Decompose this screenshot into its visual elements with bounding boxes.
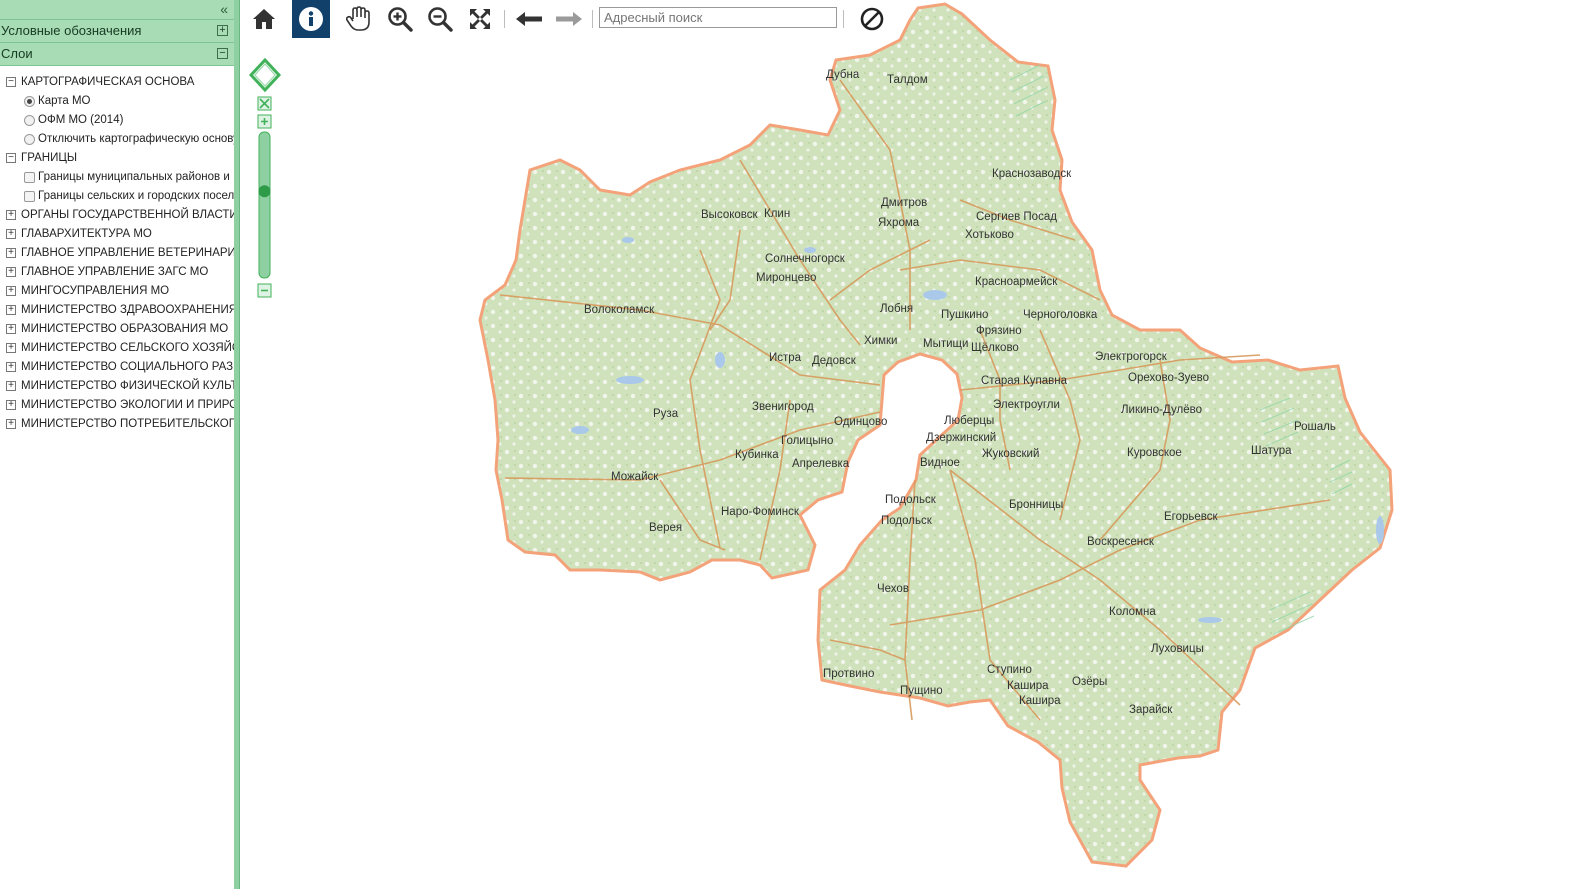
layer-group[interactable]: + МИНИСТЕРСТВО СОЦИАЛЬНОГО РАЗВИТИЯ <box>0 358 234 377</box>
arrow-right-icon <box>556 12 582 26</box>
layer-group[interactable]: + МИНИСТЕРСТВО ЭКОЛОГИИ И ПРИРОДОПОЛЬЗОВА… <box>0 396 234 415</box>
layer-group-label: МИНИСТЕРСТВО СОЦИАЛЬНОГО РАЗВИТИЯ <box>21 361 234 373</box>
pan-control[interactable] <box>248 57 282 93</box>
double-chevron-left-icon[interactable]: « <box>220 1 228 17</box>
layer-group-label: МИНИСТЕРСТВО ФИЗИЧЕСКОЙ КУЛЬТУРЫ <box>21 380 234 392</box>
layer-group-label: МИНИСТЕРСТВО ПОТРЕБИТЕЛЬСКОГО РЫНКА <box>21 418 234 430</box>
layer-group[interactable]: + ГЛАВНОЕ УПРАВЛЕНИЕ ЗАГС МО <box>0 263 234 282</box>
home-icon <box>253 9 275 29</box>
layer-group[interactable]: + МИНИСТЕРСТВО ПОТРЕБИТЕЛЬСКОГО РЫНКА <box>0 415 234 434</box>
expand-icon[interactable]: + <box>6 343 16 353</box>
expand-icon[interactable]: + <box>6 324 16 334</box>
expand-icon[interactable]: + <box>6 305 16 315</box>
clear-button[interactable] <box>853 0 891 38</box>
toolbar <box>240 0 940 38</box>
expand-icon[interactable]: + <box>6 286 16 296</box>
zoom-in-icon <box>388 7 413 32</box>
home-button[interactable] <box>245 0 283 38</box>
basemap-radio[interactable] <box>24 115 35 126</box>
layer-group-label: ГЛАВНОЕ УПРАВЛЕНИЕ ВЕТЕРИНАРИИ <box>21 247 234 259</box>
zoom-out-button[interactable] <box>421 0 459 38</box>
duplicate-labels: Подольск Кашира <box>881 515 1061 707</box>
legend-panel-header[interactable]: Условные обозначения + <box>0 20 234 43</box>
city-label: Кашира <box>1019 695 1061 707</box>
layer-group-label: МИНГОСУПРАВЛЕНИЯ МО <box>21 285 170 297</box>
layer-item[interactable]: Границы муниципальных районов и <box>0 168 234 187</box>
back-button[interactable] <box>510 0 548 38</box>
layer-group[interactable]: + ГЛАВАРХИТЕКТУРА МО <box>0 225 234 244</box>
expand-icon[interactable]: + <box>6 419 16 429</box>
zoom-in-button[interactable] <box>381 0 419 38</box>
zoom-slider-track[interactable] <box>258 131 271 279</box>
expand-icon[interactable]: + <box>6 248 16 258</box>
legend-title: Условные обозначения <box>1 23 142 38</box>
layer-item[interactable]: ОФМ МО (2014) <box>0 111 234 130</box>
layer-item[interactable]: Карта МО <box>0 92 234 111</box>
layer-checkbox[interactable] <box>24 191 35 202</box>
layer-group-label: КАРТОГРАФИЧЕСКАЯ ОСНОВА <box>21 76 195 88</box>
layer-item-label: ОФМ МО (2014) <box>38 114 124 126</box>
info-button[interactable] <box>292 0 330 38</box>
layer-group[interactable]: + ГЛАВНОЕ УПРАВЛЕНИЕ ВЕТЕРИНАРИИ <box>0 244 234 263</box>
collapse-icon[interactable]: − <box>217 48 228 59</box>
hand-icon <box>346 6 370 31</box>
layers-panel-header[interactable]: Слои − <box>0 43 234 66</box>
layer-group[interactable]: + МИНИСТЕРСТВО СЕЛЬСКОГО ХОЗЯЙСТВА <box>0 339 234 358</box>
zoom-out-icon <box>428 7 453 32</box>
arrow-left-icon <box>516 12 542 26</box>
layer-group-label: МИНИСТЕРСТВО ЭКОЛОГИИ И ПРИРОДОПОЛЬЗОВАН… <box>21 399 234 411</box>
expand-icon[interactable]: + <box>6 210 16 220</box>
panel-splitter[interactable] <box>234 0 240 889</box>
zoom-plus-button[interactable] <box>257 114 272 129</box>
full-extent-button[interactable] <box>461 0 499 38</box>
layer-group-label: ГРАНИЦЫ <box>21 152 78 164</box>
layer-group[interactable]: − КАРТОГРАФИЧЕСКАЯ ОСНОВА <box>0 73 234 92</box>
pan-button[interactable] <box>339 0 377 38</box>
layer-group-label: ОРГАНЫ ГОСУДАРСТВЕННОЙ ВЛАСТИ МО <box>21 209 234 221</box>
layer-group[interactable]: + МИНГОСУПРАВЛЕНИЯ МО <box>0 282 234 301</box>
zoom-minus-button[interactable] <box>257 283 272 298</box>
sidebar-collapse-bar: « <box>0 0 234 20</box>
layer-item-label: Границы муниципальных районов и <box>38 171 230 183</box>
layer-checkbox[interactable] <box>24 172 35 183</box>
layer-group[interactable]: + ОРГАНЫ ГОСУДАРСТВЕННОЙ ВЛАСТИ МО <box>0 206 234 225</box>
expand-icon[interactable]: + <box>217 25 228 36</box>
layers-title: Слои <box>1 46 33 61</box>
layer-item-label: Карта МО <box>38 95 91 107</box>
expand-arrows-icon <box>470 9 490 29</box>
expand-icon[interactable]: + <box>6 267 16 277</box>
layer-group[interactable]: − ГРАНИЦЫ <box>0 149 234 168</box>
layer-item[interactable]: Границы сельских и городских посел <box>0 187 234 206</box>
basemap-radio[interactable] <box>24 134 35 145</box>
city-label: Подольск <box>881 515 933 527</box>
zoom-extent-icon[interactable] <box>257 96 272 111</box>
layer-group-label: ГЛАВАРХИТЕКТУРА МО <box>21 228 152 240</box>
layers-tree: − КАРТОГРАФИЧЕСКАЯ ОСНОВА Карта МО ОФМ М… <box>0 66 234 434</box>
address-search-input[interactable] <box>599 7 837 28</box>
zoom-navigation <box>248 57 282 308</box>
layer-group-label: ГЛАВНОЕ УПРАВЛЕНИЕ ЗАГС МО <box>21 266 209 278</box>
collapse-icon[interactable]: − <box>6 153 16 163</box>
expand-icon[interactable]: + <box>6 362 16 372</box>
layer-item[interactable]: Отключить картографическую основу <box>0 130 234 149</box>
basemap-radio[interactable] <box>24 96 35 107</box>
expand-icon[interactable]: + <box>6 381 16 391</box>
prohibited-icon <box>860 7 884 31</box>
layer-group[interactable]: + МИНИСТЕРСТВО ФИЗИЧЕСКОЙ КУЛЬТУРЫ <box>0 377 234 396</box>
layer-group-label: МИНИСТЕРСТВО ЗДРАВООХРАНЕНИЯ МО <box>21 304 234 316</box>
layer-group[interactable]: + МИНИСТЕРСТВО ЗДРАВООХРАНЕНИЯ МО <box>0 301 234 320</box>
expand-icon[interactable]: + <box>6 229 16 239</box>
zoom-slider-thumb[interactable] <box>258 185 271 198</box>
layer-item-label: Границы сельских и городских посел <box>38 190 234 202</box>
forward-button[interactable] <box>550 0 588 38</box>
layer-group[interactable]: + МИНИСТЕРСТВО ОБРАЗОВАНИЯ МО <box>0 320 234 339</box>
layer-group-label: МИНИСТЕРСТВО ОБРАЗОВАНИЯ МО <box>21 323 229 335</box>
collapse-icon[interactable]: − <box>6 77 16 87</box>
layer-group-label: МИНИСТЕРСТВО СЕЛЬСКОГО ХОЗЯЙСТВА <box>21 342 234 354</box>
layer-item-label: Отключить картографическую основу <box>38 133 234 145</box>
expand-icon[interactable]: + <box>6 400 16 410</box>
info-icon <box>299 7 323 31</box>
sidebar: « Условные обозначения + Слои − − КАРТОГ… <box>0 0 234 889</box>
